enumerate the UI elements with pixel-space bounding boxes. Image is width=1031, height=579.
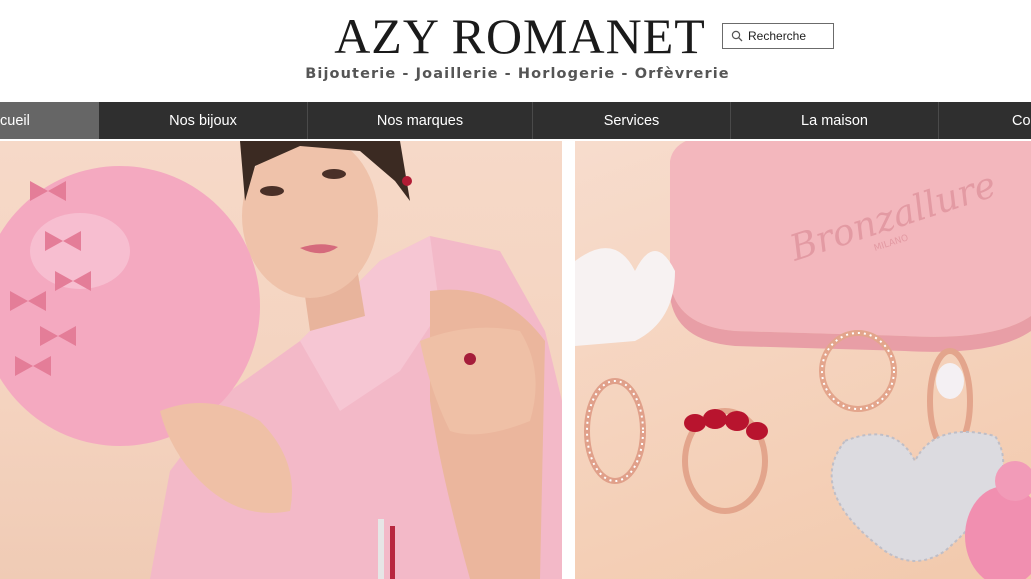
nav-item-label: Nos bijoux: [169, 112, 237, 129]
brand-tagline: Bijouterie - Joaillerie - Horlogerie - O…: [305, 66, 730, 82]
search-icon[interactable]: [730, 29, 744, 43]
search-input[interactable]: [748, 29, 832, 43]
nav-item-label: cueil: [0, 112, 30, 129]
hero-divider: [562, 141, 575, 579]
nav-item-la-maison[interactable]: La maison: [731, 102, 938, 139]
nav-item-label: La maison: [801, 112, 868, 129]
hero-image-rings[interactable]: Bronzallure MILANO: [575, 141, 1031, 579]
brand-logo[interactable]: AZY ROMANET: [0, 6, 1031, 66]
nav-item-nos-bijoux[interactable]: Nos bijoux: [99, 102, 307, 139]
search-box[interactable]: [722, 23, 834, 49]
hero-image-woman-balloon[interactable]: [0, 141, 562, 579]
nav-item-accueil[interactable]: cueil: [0, 102, 99, 139]
main-nav: cueil Nos bijoux Nos marques Services La…: [0, 102, 1031, 139]
nav-item-nos-marques[interactable]: Nos marques: [308, 102, 532, 139]
nav-item-label: Services: [603, 112, 660, 129]
nav-item-contact[interactable]: Co: [939, 102, 1031, 139]
nav-item-label: Co: [1012, 112, 1031, 129]
nav-item-services[interactable]: Services: [533, 102, 730, 139]
nav-item-label: Nos marques: [376, 112, 464, 129]
page: AZY ROMANET Bijouterie - Joaillerie - Ho…: [0, 0, 1031, 579]
